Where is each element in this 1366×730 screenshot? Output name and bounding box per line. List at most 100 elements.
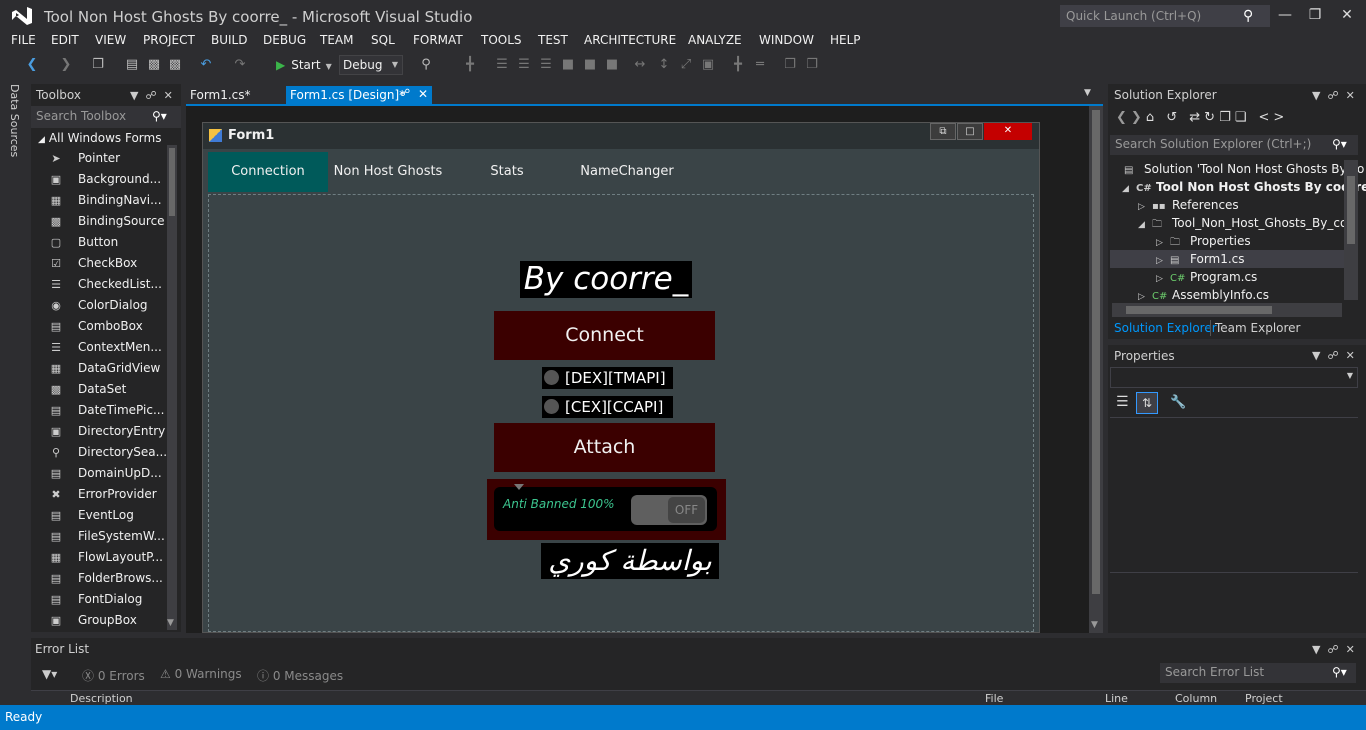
toolbox-item[interactable]: ▦ FlowLayoutP...	[48, 547, 168, 568]
column-line[interactable]: Line	[1105, 692, 1128, 705]
menu-analyze[interactable]: ANALYZE	[688, 33, 742, 47]
toolbox-group-header[interactable]: ◢ All Windows Forms	[38, 131, 161, 145]
align-rights-icon[interactable]: ☰	[538, 57, 554, 73]
toolbox-item[interactable]: ▦ BindingNavi...	[48, 190, 168, 211]
se-hscroll-thumb[interactable]	[1126, 306, 1272, 314]
toolbox-item[interactable]: ▢ Button	[48, 232, 168, 253]
alphabetical-icon[interactable]: ⇅	[1136, 392, 1158, 414]
align-centers-icon[interactable]: ☰	[516, 57, 532, 73]
toolbox-item[interactable]: ▣ GroupBox	[48, 610, 168, 631]
menu-help[interactable]: HELP	[830, 33, 861, 47]
refresh-icon[interactable]: ↻	[1204, 110, 1219, 125]
new-project-icon[interactable]: ❐	[90, 57, 106, 73]
toolbox-item[interactable]: ▣ Background...	[48, 169, 168, 190]
collapse-all-icon[interactable]: ❐	[1219, 110, 1235, 125]
tab-non-host-ghosts[interactable]: Non Host Ghosts	[328, 152, 448, 192]
open-file-icon[interactable]: ▤	[124, 57, 140, 73]
tab-stats[interactable]: Stats	[448, 152, 566, 192]
back-icon[interactable]: ❮	[1116, 110, 1131, 125]
tab-form1-design[interactable]: Form1.cs [Design]* ☍ ✕	[286, 86, 432, 104]
tree-node-solution[interactable]: ▤ Solution 'Tool Non Host Ghosts By co	[1124, 162, 1364, 176]
toolbox-item[interactable]: ▤ FolderBrows...	[48, 568, 168, 589]
align-middles-icon[interactable]: ■	[582, 57, 598, 73]
forward-icon[interactable]: ❯	[1131, 110, 1146, 125]
toolbox-item[interactable]: ➤ Pointer	[48, 148, 168, 169]
same-size-icon[interactable]: ⤢	[678, 57, 694, 73]
tab-connection[interactable]: Connection	[208, 152, 328, 192]
column-description[interactable]: Description	[70, 692, 133, 705]
scroll-down-icon[interactable]: ▼	[167, 618, 174, 628]
pin-icon[interactable]: ☍	[400, 88, 410, 99]
send-to-back-icon[interactable]: ❐	[804, 57, 820, 73]
toolbox-item[interactable]: ▤ EventLog	[48, 505, 168, 526]
toolbox-scroll-thumb[interactable]	[169, 148, 175, 216]
redo-icon[interactable]: ↷	[232, 57, 248, 73]
toolbox-window-controls[interactable]: ▼ ☍ ✕	[130, 89, 173, 102]
messages-filter-button[interactable]: ⓘ 0 Messages	[257, 667, 343, 684]
properties-object-select[interactable]: ▼	[1110, 367, 1358, 388]
form-close-button[interactable]: ✕	[984, 123, 1032, 140]
dex-tmapi-radio[interactable]: [DEX][TMAPI]	[542, 367, 673, 389]
solution-configuration-select[interactable]: Debug ▼	[339, 55, 403, 75]
home-icon[interactable]: ⌂	[1146, 110, 1158, 125]
toolbox-scrollbar[interactable]	[167, 145, 177, 630]
show-all-files-icon[interactable]: ❏	[1235, 110, 1251, 125]
align-lefts-icon[interactable]: ☰	[494, 57, 510, 73]
cex-ccapi-radio[interactable]: [CEX][CCAPI]	[542, 396, 673, 418]
error-list-search-input[interactable]: Search Error List	[1160, 663, 1356, 683]
history-icon[interactable]: ↺	[1166, 110, 1181, 125]
tree-node-references[interactable]: ▷ ▪▪ References	[1138, 198, 1239, 212]
bring-to-front-icon[interactable]: ❐	[782, 57, 798, 73]
filter-icon[interactable]: ▼▾	[42, 667, 57, 681]
sync-icon[interactable]: ⇄	[1189, 110, 1204, 125]
back-icon[interactable]: ❮	[24, 57, 40, 73]
column-file[interactable]: File	[985, 692, 1003, 705]
designer-scroll-thumb[interactable]	[1092, 110, 1100, 594]
toolbox-item[interactable]: ▤ DateTimePic...	[48, 400, 168, 421]
tree-node-folder[interactable]: ◢ 🗀 Tool_Non_Host_Ghosts_By_coo	[1138, 216, 1355, 234]
menu-architecture[interactable]: ARCHITECTURE	[584, 33, 676, 47]
solution-explorer-search-input[interactable]: Search Solution Explorer (Ctrl+;)	[1110, 135, 1358, 155]
se-scroll-thumb[interactable]	[1347, 176, 1355, 244]
minimize-button[interactable]: —	[1270, 4, 1300, 26]
errors-filter-button[interactable]: Ⓧ 0 Errors	[82, 667, 145, 684]
toolbox-item[interactable]: ▦ DataGridView	[48, 358, 168, 379]
menu-debug[interactable]: DEBUG	[263, 33, 306, 47]
search-icon[interactable]: ⚲▾	[1332, 137, 1347, 151]
save-icon[interactable]: ▩	[146, 57, 162, 73]
warnings-filter-button[interactable]: ⚠ 0 Warnings	[160, 667, 242, 681]
tab-team-explorer[interactable]: Team Explorer	[1210, 320, 1305, 336]
save-all-icon[interactable]: ▩	[167, 57, 183, 73]
form-minimize-button[interactable]: ⧉	[930, 123, 956, 140]
toolbox-item[interactable]: ✖ ErrorProvider	[48, 484, 168, 505]
toolbox-item[interactable]: ▩ DataSet	[48, 379, 168, 400]
forward-icon[interactable]: ❯	[58, 57, 74, 73]
close-icon[interactable]: ✕	[418, 87, 428, 101]
tree-node-form1[interactable]: ▷ ▤ Form1.cs	[1156, 252, 1245, 266]
search-icon[interactable]: ⚲▾	[152, 109, 167, 123]
toolbox-item[interactable]: ▤ ComboBox	[48, 316, 168, 337]
menu-project[interactable]: PROJECT	[143, 33, 195, 47]
restore-button[interactable]: ❐	[1300, 4, 1330, 26]
tree-node-properties[interactable]: ▷ 🗀 Properties	[1156, 234, 1251, 252]
menu-team[interactable]: TEAM	[320, 33, 353, 47]
tree-node-project[interactable]: ◢ C# Tool Non Host Ghosts By coorre_	[1122, 180, 1366, 194]
categorized-icon[interactable]: ☰	[1116, 394, 1129, 410]
scroll-down-icon[interactable]: ▼	[1091, 620, 1098, 630]
start-debugging-button[interactable]: ▶ Start ▼	[276, 56, 336, 76]
tab-form1-code[interactable]: Form1.cs*	[186, 86, 255, 104]
view-code-icon[interactable]: <>	[1259, 110, 1289, 125]
toolbox-item[interactable]: ☰ ContextMen...	[48, 337, 168, 358]
find-icon[interactable]: ⚲	[418, 57, 434, 73]
size-to-grid-icon[interactable]: ▣	[700, 57, 716, 73]
vertical-spacing-icon[interactable]: ═	[752, 57, 768, 73]
menu-build[interactable]: BUILD	[211, 33, 247, 47]
menu-format[interactable]: FORMAT	[413, 33, 463, 47]
close-window-button[interactable]: ✕	[1332, 4, 1362, 26]
attach-button[interactable]: Attach	[494, 423, 715, 472]
solution-explorer-window-controls[interactable]: ▼ ☍ ✕	[1312, 89, 1355, 102]
solution-explorer-toolbar[interactable]: ❮❯⌂ ↺ ⇄↻❐❏ <>	[1116, 110, 1288, 125]
quick-launch-input[interactable]: Quick Launch (Ctrl+Q)	[1060, 5, 1270, 27]
tab-solution-explorer[interactable]: Solution Explorer	[1110, 320, 1221, 336]
toolbox-item[interactable]: ▤ DomainUpD...	[48, 463, 168, 484]
